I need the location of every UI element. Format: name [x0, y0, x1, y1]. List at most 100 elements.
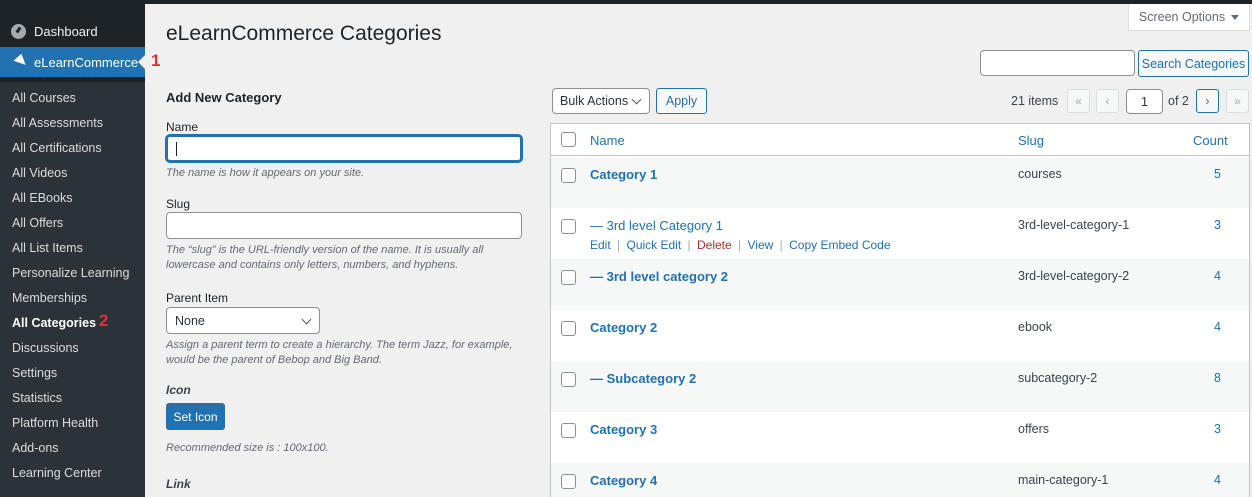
- category-slug: courses: [1018, 167, 1062, 181]
- parent-item-label: Parent Item: [166, 291, 229, 305]
- parent-item-value: None: [175, 313, 205, 328]
- slug-description: The “slug” is the URL-friendly version o…: [166, 244, 484, 271]
- sidebar-item-all-offers[interactable]: All Offers: [0, 211, 145, 236]
- row-checkbox[interactable]: [561, 372, 576, 387]
- sidebar-item-label: Dashboard: [34, 23, 98, 39]
- sidebar-item-platform-health[interactable]: Platform Health: [0, 411, 145, 436]
- link-section-title: Link: [166, 477, 191, 491]
- sidebar-item-elearncommerce[interactable]: eLearnCommerce: [0, 47, 145, 77]
- sidebar-item-all-ebooks[interactable]: All EBooks: [0, 186, 145, 211]
- sidebar-item-all-certifications[interactable]: All Certifications: [0, 136, 145, 161]
- dashboard-icon: [11, 23, 26, 39]
- copy-embed-code-link[interactable]: Copy Embed Code: [789, 238, 890, 252]
- caret-down-icon: [1231, 14, 1240, 20]
- items-count: 21 items: [1011, 94, 1059, 108]
- quick-edit-link[interactable]: Quick Edit: [627, 238, 682, 252]
- set-icon-button[interactable]: Set Icon: [166, 403, 225, 430]
- first-page-button[interactable]: «: [1067, 89, 1090, 113]
- category-name-link[interactable]: — 3rd level Category 1: [590, 218, 723, 233]
- category-name-link[interactable]: Category 2: [590, 320, 657, 335]
- table-row: Category 2 ebook 4: [551, 310, 1249, 361]
- delete-link[interactable]: Delete: [697, 238, 732, 252]
- bulk-actions-select[interactable]: Bulk Actions: [552, 88, 650, 114]
- apply-button[interactable]: Apply: [656, 88, 707, 114]
- next-page-button[interactable]: ›: [1196, 89, 1219, 113]
- last-page-button[interactable]: »: [1226, 89, 1249, 113]
- category-slug: main-category-1: [1018, 473, 1109, 487]
- sidebar-item-all-videos[interactable]: All Videos: [0, 161, 145, 186]
- category-count-link[interactable]: 8: [1214, 371, 1221, 385]
- row-actions: Edit | Quick Edit | Delete | View | Copy…: [590, 238, 891, 252]
- page-title: eLearnCommerce Categories: [166, 22, 442, 45]
- select-all-checkbox[interactable]: [561, 132, 576, 147]
- sidebar-item-all-list-items[interactable]: All List Items: [0, 236, 145, 261]
- categories-table: Name Slug Count Category 1 courses 5 — 3…: [550, 123, 1250, 497]
- row-checkbox[interactable]: [561, 321, 576, 336]
- separator: |: [687, 238, 691, 252]
- table-row: — 3rd level Category 1 3rd-level-categor…: [551, 208, 1249, 259]
- slug-label: Slug: [166, 197, 191, 211]
- table-header: Name Slug Count: [551, 124, 1249, 156]
- sidebar-item-all-categories[interactable]: All Categories: [0, 311, 145, 336]
- category-count-link[interactable]: 4: [1214, 320, 1221, 334]
- screen-options-label: Screen Options: [1138, 10, 1226, 24]
- column-header-slug[interactable]: Slug: [1018, 133, 1044, 148]
- sidebar-item-personalize-learning[interactable]: Personalize Learning: [0, 261, 145, 286]
- category-count-link[interactable]: 5: [1214, 167, 1221, 181]
- total-pages-text: of 2: [1168, 94, 1189, 108]
- current-page-input[interactable]: 1: [1126, 89, 1163, 114]
- category-slug: 3rd-level-category-2: [1018, 269, 1130, 283]
- row-checkbox[interactable]: [561, 423, 576, 438]
- category-name-link[interactable]: — Subcategory 2: [590, 371, 696, 386]
- sidebar-item-all-courses[interactable]: All Courses: [0, 86, 145, 111]
- search-categories-button[interactable]: Search Categories: [1138, 50, 1249, 77]
- category-name-link[interactable]: — 3rd level category 2: [590, 269, 728, 284]
- table-row: Category 4 main-category-1 4: [551, 463, 1249, 497]
- view-link[interactable]: View: [748, 238, 774, 252]
- slug-field[interactable]: [166, 212, 522, 239]
- name-label: Name: [166, 120, 199, 134]
- form-title: Add New Category: [166, 90, 282, 105]
- annotation-marker-2: 2: [99, 311, 109, 330]
- sidebar-item-learning-center[interactable]: Learning Center: [0, 461, 145, 486]
- chevron-down-icon: [301, 314, 312, 325]
- separator: |: [779, 238, 783, 252]
- sidebar-item-add-ons[interactable]: Add-ons: [0, 436, 145, 461]
- category-slug: ebook: [1018, 320, 1053, 334]
- category-name-link[interactable]: Category 3: [590, 422, 657, 437]
- name-field[interactable]: [166, 135, 522, 162]
- icon-description: Recommended size is : 100x100.: [166, 442, 329, 454]
- sidebar-item-settings[interactable]: Settings: [0, 361, 145, 386]
- category-name-link[interactable]: Category 4: [590, 473, 657, 488]
- previous-page-button[interactable]: ‹: [1096, 89, 1119, 113]
- column-header-name[interactable]: Name: [590, 133, 625, 148]
- category-name-link[interactable]: Category 1: [590, 167, 657, 182]
- sidebar-item-all-assessments[interactable]: All Assessments: [0, 111, 145, 136]
- paper-plane-icon: [6, 53, 26, 71]
- name-description: The name is how it appears on your site.: [166, 167, 365, 179]
- current-menu-arrow: [138, 55, 145, 69]
- row-checkbox[interactable]: [561, 168, 576, 183]
- category-count-link[interactable]: 4: [1214, 473, 1221, 487]
- row-checkbox[interactable]: [561, 270, 576, 285]
- bulk-actions-value: Bulk Actions: [560, 94, 629, 108]
- sidebar-item-statistics[interactable]: Statistics: [0, 386, 145, 411]
- sidebar-item-discussions[interactable]: Discussions: [0, 336, 145, 361]
- sidebar-item-dashboard[interactable]: Dashboard: [0, 14, 145, 48]
- search-categories-input[interactable]: [980, 50, 1135, 76]
- category-count-link[interactable]: 3: [1214, 218, 1221, 232]
- category-count-link[interactable]: 4: [1214, 269, 1221, 283]
- edit-link[interactable]: Edit: [590, 238, 611, 252]
- table-row: — Subcategory 2 subcategory-2 8: [551, 361, 1249, 412]
- column-header-count[interactable]: Count: [1193, 133, 1228, 148]
- category-count-link[interactable]: 3: [1214, 422, 1221, 436]
- row-checkbox[interactable]: [561, 219, 576, 234]
- row-checkbox[interactable]: [561, 474, 576, 489]
- icon-section-title: Icon: [166, 383, 191, 397]
- parent-item-select[interactable]: None: [166, 307, 320, 334]
- sidebar-submenu: All Courses All Assessments All Certific…: [0, 82, 145, 497]
- sidebar-item-memberships[interactable]: Memberships: [0, 286, 145, 311]
- sidebar-item-label: eLearnCommerce: [34, 54, 139, 70]
- text-cursor: [176, 142, 177, 156]
- screen-options-button[interactable]: Screen Options: [1128, 4, 1250, 31]
